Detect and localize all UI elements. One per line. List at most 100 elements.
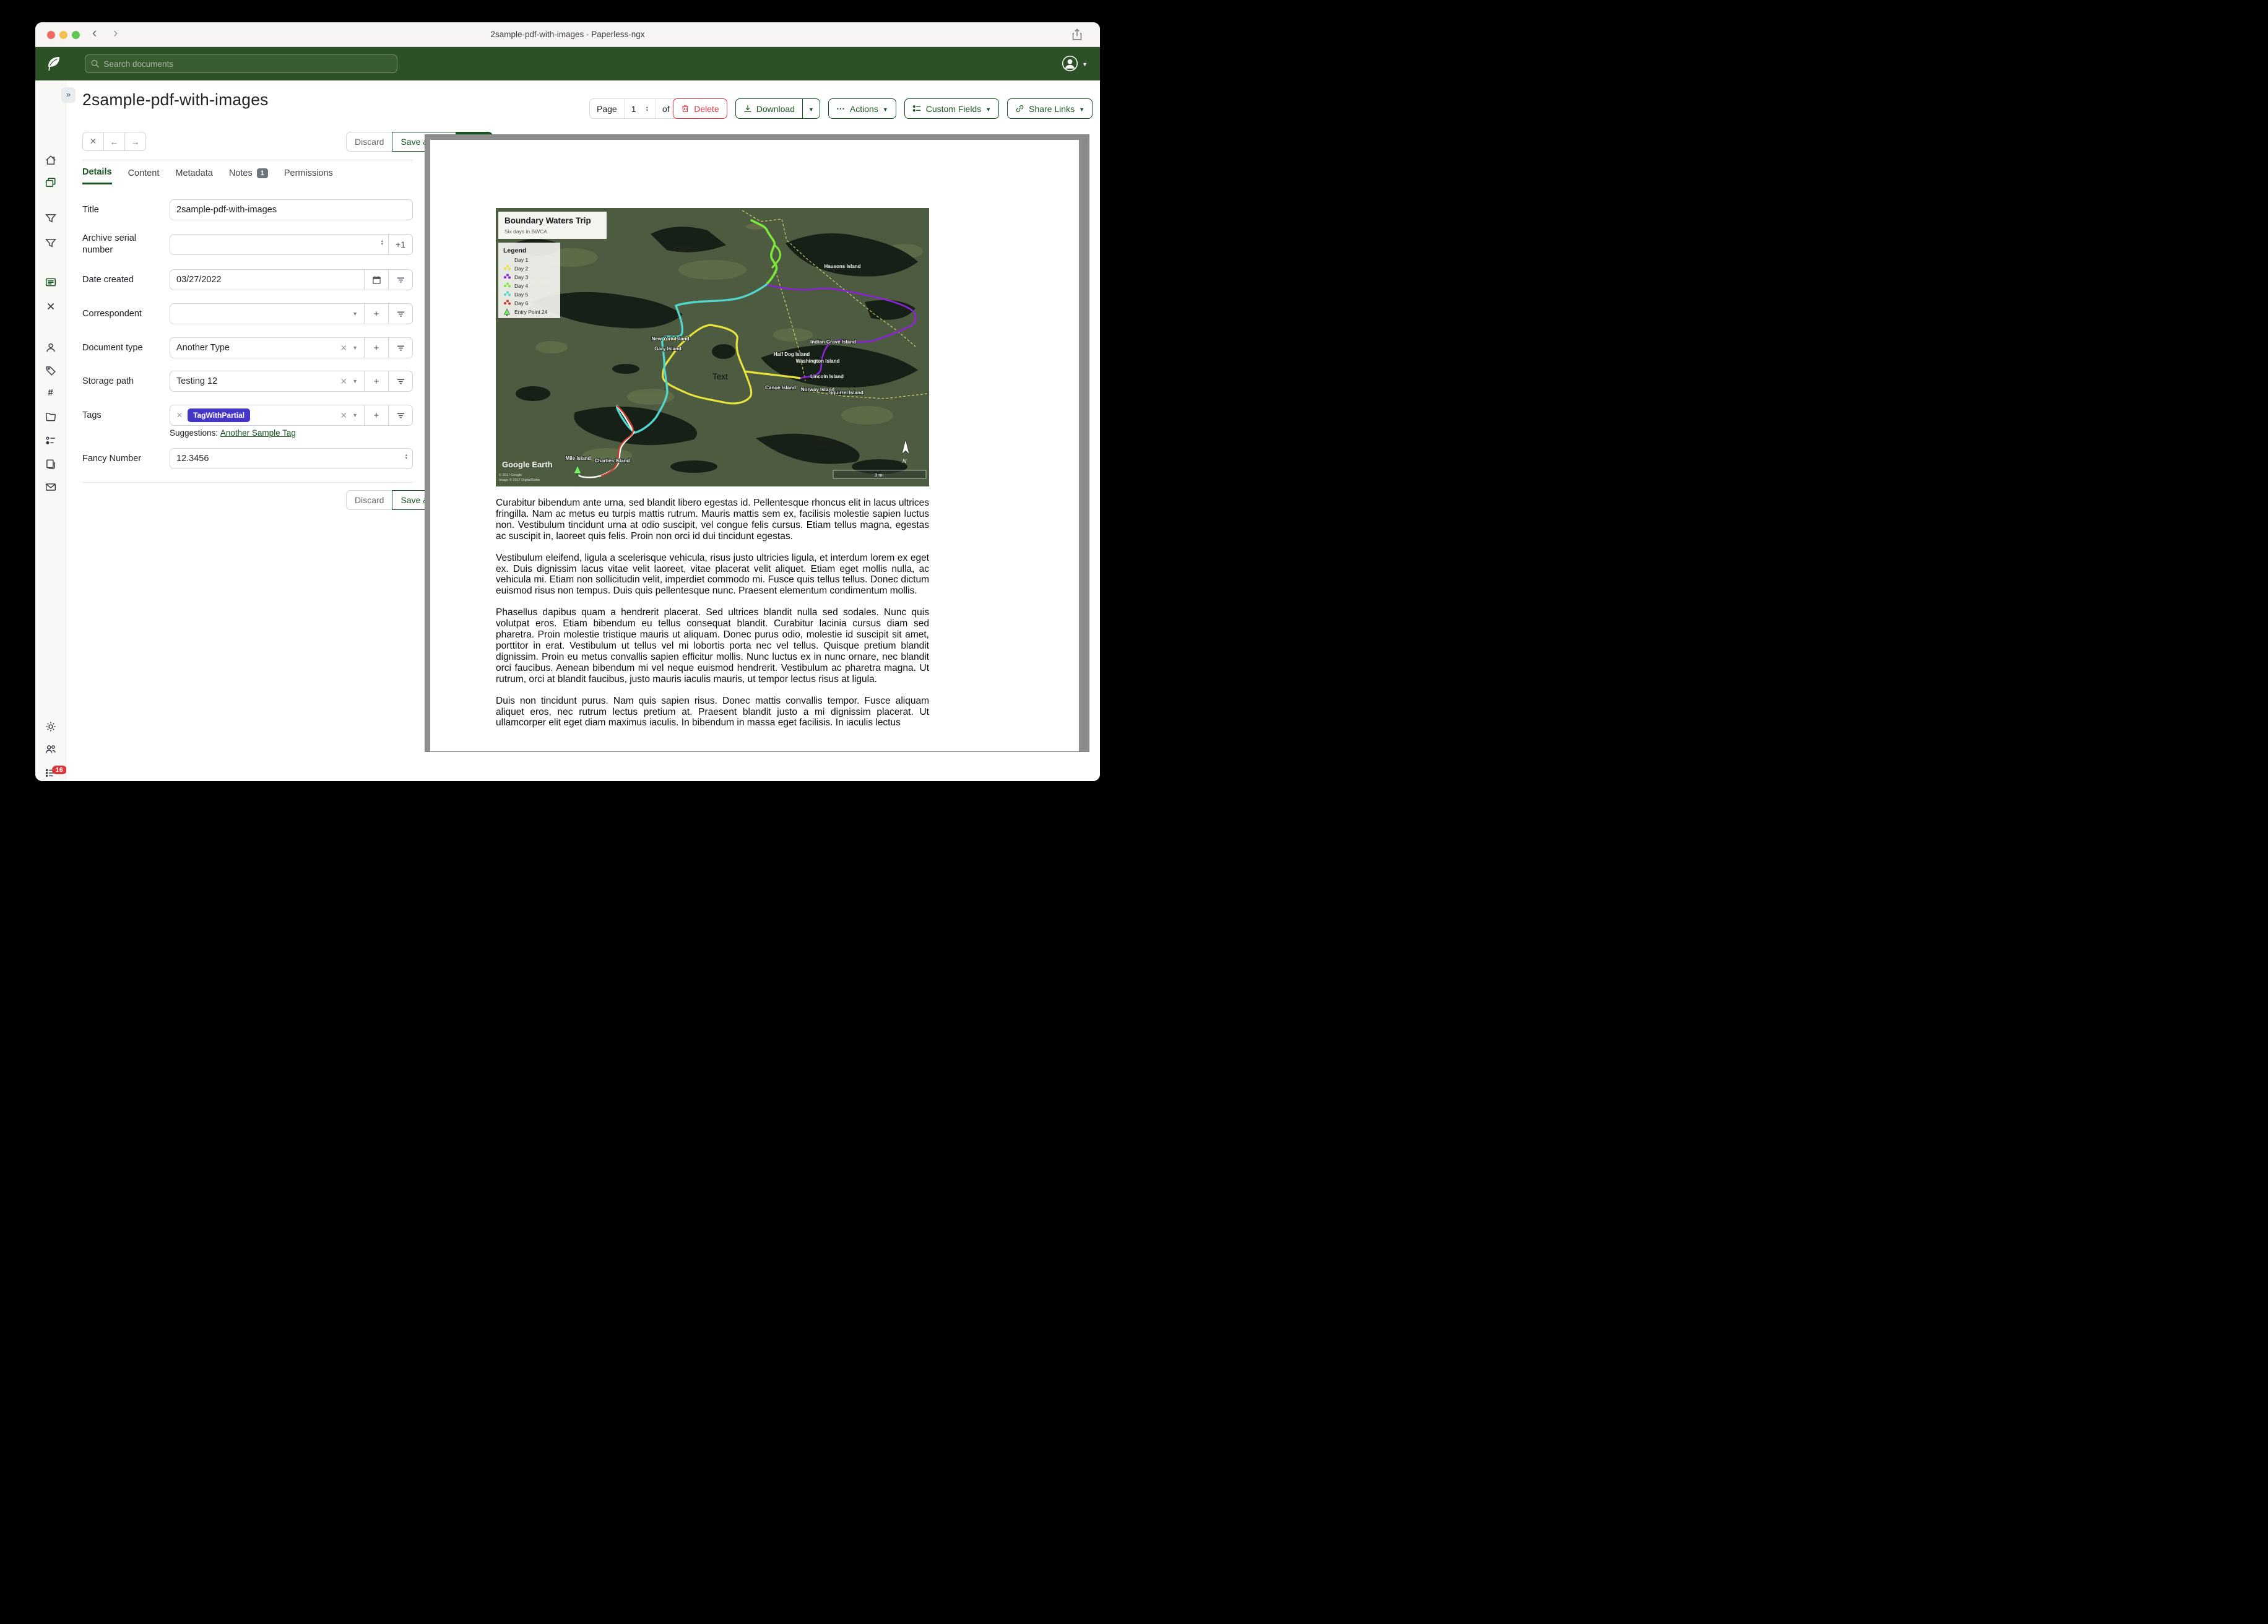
sidebar-item-mail[interactable] (45, 482, 56, 493)
add-document-type-button[interactable]: + (364, 337, 389, 358)
next-document-button[interactable]: → (124, 132, 146, 151)
page-number-input[interactable] (631, 104, 646, 114)
tab-content[interactable]: Content (128, 167, 160, 184)
field-fancy-number: Fancy Number ▴▾ (82, 448, 413, 469)
tab-permissions[interactable]: Permissions (284, 167, 333, 184)
map-credit: © 2017 Google (499, 473, 522, 477)
asn-plus-one-button[interactable]: +1 (388, 234, 413, 255)
user-menu[interactable]: ▼ (1062, 55, 1088, 72)
paperless-logo-icon[interactable] (45, 55, 61, 76)
island-label: Canoe Island (765, 385, 796, 391)
previous-document-button[interactable]: ← (103, 132, 125, 151)
discard-button[interactable]: Discard (346, 132, 392, 152)
clear-icon[interactable]: ✕ (340, 343, 347, 353)
tags-suggestions-button[interactable] (388, 405, 413, 426)
island-label: Washington Island (796, 358, 840, 364)
share-links-button[interactable]: Share Links▼ (1007, 98, 1093, 119)
correspondent-suggestions-button[interactable] (388, 303, 413, 324)
map-credit: Image © 2017 DigitalGlobe (499, 478, 540, 482)
close-editor-button[interactable]: ✕ (82, 132, 104, 151)
svg-text:N: N (902, 458, 907, 464)
chevron-down-icon: ▼ (352, 311, 358, 317)
user-avatar-icon (1062, 55, 1078, 72)
tasks-badge: 16 (52, 766, 67, 774)
fancy-number-stepper[interactable]: ▴▾ (405, 454, 407, 460)
sidebar-item-open-document[interactable] (45, 277, 56, 288)
filter-lines-icon (396, 276, 405, 284)
calendar-button[interactable] (364, 269, 389, 290)
download-button[interactable]: Download (735, 98, 803, 119)
island-label: Hausons Island (824, 264, 860, 269)
storage-path-select[interactable]: Testing 12 ✕ ▼ (170, 371, 365, 392)
sidebar-item-file-tasks[interactable] (45, 459, 56, 470)
tab-notes[interactable]: Notes1 (229, 167, 268, 184)
filter-lines-icon (396, 310, 405, 318)
sidebar-expand-button[interactable]: » (61, 87, 76, 103)
field-title: Title (82, 199, 413, 220)
storage-path-suggestions-button[interactable] (388, 371, 413, 392)
sidebar-item-dashboard[interactable] (45, 155, 56, 166)
pdf-scrollbar[interactable] (1082, 139, 1088, 749)
sidebar-item-saved-view-1[interactable] (45, 213, 56, 224)
field-storage-path: Storage path Testing 12 ✕ ▼ + (82, 371, 413, 392)
asn-input[interactable] (170, 234, 389, 255)
date-suggestions-button[interactable] (388, 269, 413, 290)
island-label: Indian Grave Island (810, 339, 856, 345)
filter-lines-icon (396, 344, 405, 352)
users-groups-icon[interactable] (45, 744, 56, 755)
sidebar-item-saved-view-2[interactable] (45, 238, 56, 249)
add-storage-path-button[interactable]: + (364, 371, 389, 392)
page-stepper[interactable]: ▴▾ (646, 106, 648, 112)
custom-fields-button[interactable]: Custom Fields▼ (904, 98, 999, 119)
tab-metadata[interactable]: Metadata (175, 167, 212, 184)
close-document-icon[interactable] (45, 301, 56, 312)
sidebar-item-tags[interactable] (45, 365, 56, 376)
sidebar-rail: # 16 ? (35, 80, 66, 781)
field-date-created: Date created (82, 269, 413, 290)
settings-gear-icon[interactable] (45, 721, 56, 732)
download-options-button[interactable]: ▼ (803, 98, 820, 119)
remove-tag-icon[interactable]: ✕ (176, 411, 183, 420)
share-icon[interactable] (1071, 28, 1083, 44)
scale-bar: 3 mi (833, 470, 926, 478)
add-tag-button[interactable]: + (364, 405, 389, 426)
island-label: Squirrel Island (829, 390, 863, 395)
clear-icon[interactable]: ✕ (340, 376, 347, 387)
sidebar-item-correspondents[interactable] (45, 342, 56, 353)
macos-titlebar: ‹ › 2sample-pdf-with-images - Paperless-… (35, 22, 1100, 47)
search-input[interactable] (103, 59, 391, 69)
chevron-down-icon: ▼ (1079, 106, 1084, 113)
island-label: Mile Island (566, 456, 591, 461)
document-nav-buttons: ✕ ← → (82, 132, 146, 151)
tab-details[interactable]: Details (82, 167, 112, 184)
tag-chip[interactable]: TagWithPartial (188, 408, 250, 422)
date-created-input[interactable] (170, 269, 365, 290)
correspondent-select[interactable]: ▼ (170, 303, 365, 324)
delete-button[interactable]: Delete (673, 98, 727, 119)
main-content: » 2sample-pdf-with-images Page ▴▾ of 10 … (66, 80, 1100, 781)
tags-select[interactable]: ✕ TagWithPartial ✕ ▼ (170, 405, 365, 426)
sidebar-item-documents[interactable] (45, 177, 56, 188)
link-icon (1015, 104, 1024, 113)
document-type-select[interactable]: Another Type ✕ ▼ (170, 337, 365, 358)
sidebar-item-storage-paths[interactable] (45, 412, 56, 423)
title-input[interactable] (170, 199, 413, 220)
fancy-number-input[interactable] (170, 448, 413, 469)
page-title: 2sample-pdf-with-images (82, 90, 269, 110)
svg-text:Day 6: Day 6 (514, 300, 528, 306)
document-type-suggestions-button[interactable] (388, 337, 413, 358)
app-window: ‹ › 2sample-pdf-with-images - Paperless-… (35, 22, 1100, 781)
sidebar-item-custom-fields[interactable] (45, 435, 56, 446)
field-asn: Archive serial number ▴▾ +1 (82, 233, 413, 256)
chevron-down-icon: ▼ (352, 345, 358, 351)
clear-icon[interactable]: ✕ (340, 410, 347, 421)
actions-button[interactable]: ⋯ Actions▼ (828, 98, 896, 119)
asn-stepper[interactable]: ▴▾ (381, 240, 383, 246)
discard-button[interactable]: Discard (346, 490, 392, 510)
suggested-tag-link[interactable]: Another Sample Tag (220, 428, 296, 438)
window-title: 2sample-pdf-with-images - Paperless-ngx (35, 30, 1100, 39)
map-text-annotation: Text (712, 372, 728, 381)
sidebar-item-document-types[interactable]: # (48, 387, 53, 399)
map-legend: Legend Day 1 Day 2 Day 3 Day 4 Day 5 (498, 243, 560, 318)
add-correspondent-button[interactable]: + (364, 303, 389, 324)
